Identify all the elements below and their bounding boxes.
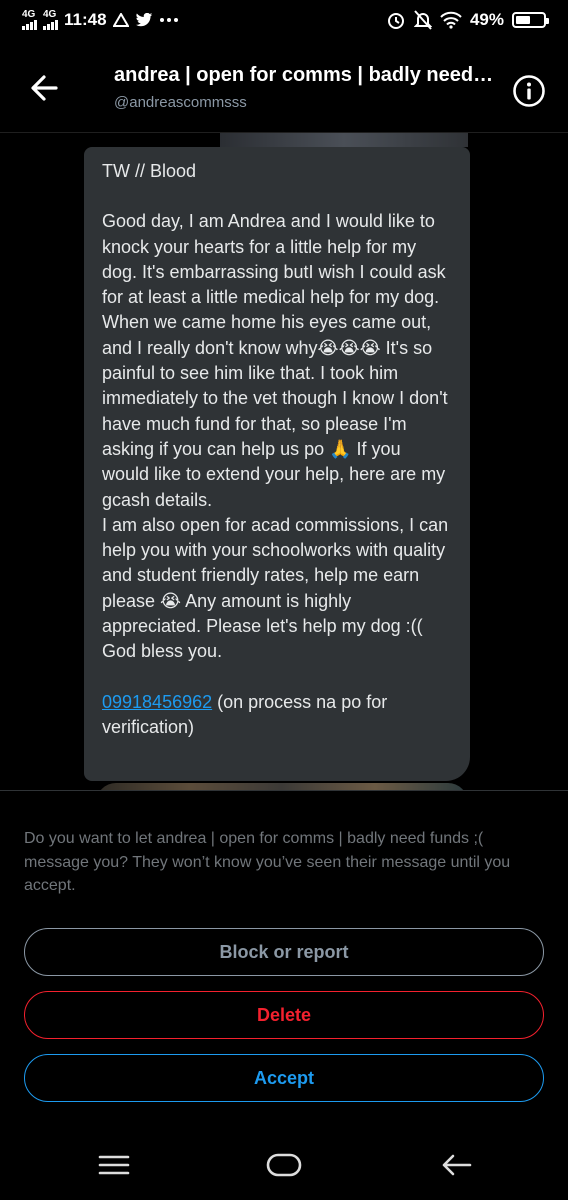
request-prompt: Do you want to let andrea | open for com… bbox=[24, 830, 511, 894]
conversation-header: andrea | open for comms | badly need fun… bbox=[0, 44, 568, 133]
signal-indicator-1: 4G bbox=[22, 10, 37, 30]
message-bubble[interactable]: TW // Blood Good day, I am Andrea and I … bbox=[84, 147, 470, 781]
image-attachment-bottom[interactable] bbox=[96, 783, 468, 790]
message-request-panel: Do you want to let andrea | open for com… bbox=[0, 790, 568, 1131]
home-icon[interactable] bbox=[264, 1150, 304, 1180]
twitter-icon bbox=[135, 12, 152, 26]
info-icon[interactable] bbox=[512, 74, 546, 108]
back-icon[interactable] bbox=[436, 1150, 476, 1180]
delete-button[interactable]: Delete bbox=[24, 991, 544, 1039]
signal-indicator-2: 4G bbox=[43, 10, 58, 30]
menu-icon[interactable] bbox=[94, 1150, 134, 1180]
back-arrow-icon[interactable] bbox=[26, 70, 66, 106]
phone-link[interactable]: 09918456962 bbox=[102, 692, 212, 712]
accept-button[interactable]: Accept bbox=[24, 1054, 544, 1102]
more-dots-icon bbox=[159, 18, 178, 22]
clock: 11:48 bbox=[64, 10, 107, 29]
wifi-icon bbox=[440, 11, 462, 29]
system-nav-bar bbox=[0, 1130, 568, 1200]
conversation-title[interactable]: andrea | open for comms | badly need fun… bbox=[114, 64, 494, 87]
message-thread[interactable]: TW // Blood Good day, I am Andrea and I … bbox=[0, 133, 568, 790]
message-body: Good day, I am Andrea and I would like t… bbox=[102, 211, 449, 662]
mute-icon bbox=[413, 10, 432, 30]
warning-icon bbox=[112, 13, 129, 27]
block-or-report-button[interactable]: Block or report bbox=[24, 928, 544, 976]
alarm-icon bbox=[387, 13, 404, 29]
battery-percent: 49% bbox=[469, 10, 504, 29]
battery-icon bbox=[512, 12, 549, 28]
message-phone-line: 09918456962 (on process na po for verifi… bbox=[102, 690, 452, 741]
conversation-handle[interactable]: @andreascommsss bbox=[114, 94, 247, 111]
message-trigger-warning: TW // Blood bbox=[102, 161, 197, 181]
image-attachment-top[interactable] bbox=[220, 133, 468, 147]
status-bar: 4G 4G 11:48 49% bbox=[0, 0, 568, 44]
